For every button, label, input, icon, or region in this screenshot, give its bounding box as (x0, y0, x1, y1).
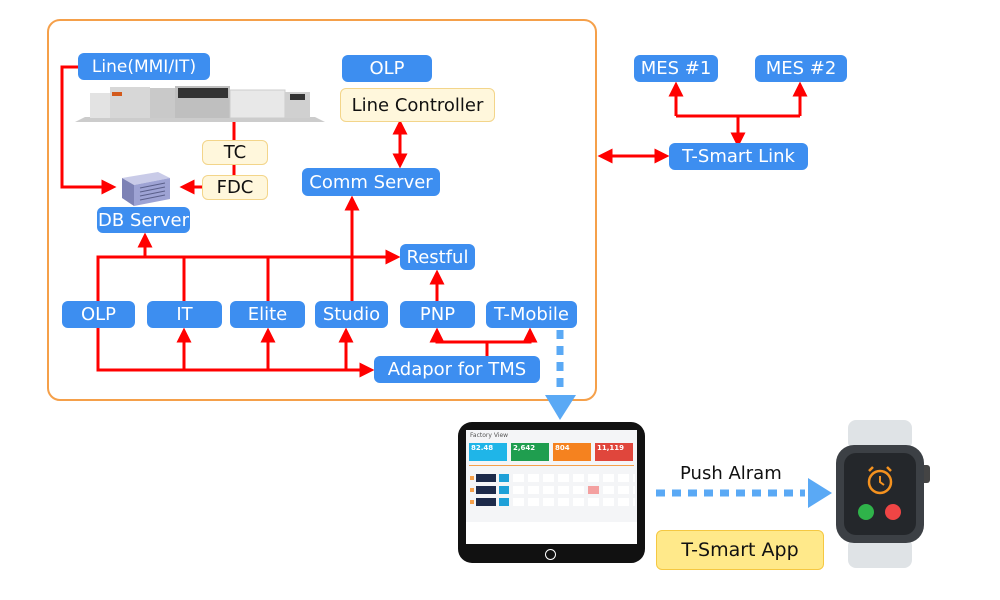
olp-label: OLP (62, 301, 135, 328)
line-mmi-it-label: Line(MMI/IT) (78, 53, 210, 80)
screen-title: Factory View (470, 432, 509, 439)
home-button[interactable] (545, 549, 556, 560)
down-arrow-icon (545, 395, 576, 420)
t-smart-link-label: T-Smart Link (669, 143, 808, 170)
db-server-label: DB Server (97, 207, 190, 233)
smt-line-image (75, 86, 325, 122)
factory-view-screen: Factory View 82.48 2,642 804 11,119 (466, 430, 637, 544)
pnp-label: PNP (400, 301, 475, 328)
it-label: IT (147, 301, 222, 328)
mes-2-label: MES #2 (755, 55, 847, 82)
smartwatch-icon (836, 420, 930, 568)
kpi-card: 11,119 (595, 443, 633, 461)
adaptor-for-tms-label: Adapor for TMS (374, 356, 540, 383)
elite-label: Elite (230, 301, 305, 328)
tc-box: TC (202, 140, 268, 165)
mes-1-label: MES #1 (634, 55, 718, 82)
kpi-card: 2,642 (511, 443, 549, 461)
t-mobile-label: T-Mobile (486, 301, 577, 328)
studio-label: Studio (315, 301, 388, 328)
fdc-box: FDC (202, 175, 268, 200)
restful-label: Restful (400, 244, 475, 270)
kpi-card: 82.48 (469, 443, 507, 461)
t-smart-app-box: T-Smart App (656, 530, 824, 570)
line-controller-box: Line Controller (340, 88, 495, 122)
kpi-card: 804 (553, 443, 591, 461)
comm-server-label: Comm Server (302, 168, 440, 196)
olp-top-label: OLP (342, 55, 432, 82)
push-alarm-label: Push Alram (680, 463, 782, 484)
right-arrow-icon (808, 478, 832, 508)
tablet-device: Factory View 82.48 2,642 804 11,119 (458, 422, 645, 563)
server-icon (122, 172, 170, 206)
